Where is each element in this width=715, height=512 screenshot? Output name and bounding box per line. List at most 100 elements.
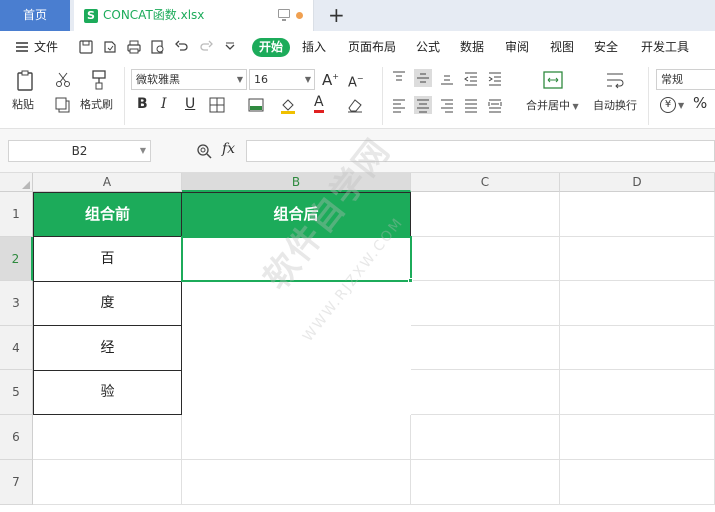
align-bottom-icon[interactable] [438,69,456,87]
print-icon[interactable] [126,39,142,55]
tab-insert[interactable]: 插入 [302,31,326,63]
tab-formulas[interactable]: 公式 [416,31,440,63]
grid-cell[interactable] [411,326,560,370]
tab-page-layout[interactable]: 页面布局 [348,31,396,63]
chevron-down-icon[interactable]: ▼ [678,99,684,113]
grid-cell[interactable] [560,415,715,460]
export-icon[interactable] [102,39,118,55]
grid-cell[interactable] [33,460,182,505]
row-header-4[interactable]: 4 [0,326,33,370]
percent-button[interactable]: % [693,96,707,111]
merge-center-button[interactable]: 合并居中 ▼ [526,99,579,114]
column-header-c[interactable]: C [411,173,560,192]
ribbon-divider [648,67,649,125]
grid-cell[interactable] [560,460,715,505]
new-tab-button[interactable]: + [328,3,345,27]
formula-input[interactable] [246,140,715,162]
fill-color-icon[interactable] [279,96,297,114]
align-middle-icon[interactable] [414,69,432,87]
tab-review[interactable]: 审阅 [505,31,529,63]
cell-reference: B2 [71,144,88,158]
decrease-indent-icon[interactable] [462,69,480,87]
bold-button[interactable]: B [137,97,148,111]
format-painter-label[interactable]: 格式刷 [80,98,113,112]
column-header-d[interactable]: D [560,173,715,192]
grow-font-button[interactable]: A+ [322,70,339,88]
shrink-font-button[interactable]: A− [348,72,364,90]
row-header-3[interactable]: 3 [0,281,33,326]
monitor-icon[interactable] [278,9,290,21]
cell-style-icon[interactable] [247,96,265,114]
grid-cell[interactable] [411,460,560,505]
select-all-corner[interactable] [0,173,33,192]
row-header-2[interactable]: 2 [0,237,33,281]
redo-icon[interactable] [198,39,214,55]
distributed-align-icon[interactable] [486,96,504,114]
grid-cell[interactable] [411,370,560,415]
cut-icon[interactable] [54,71,72,89]
grid-cell[interactable] [182,415,411,460]
insert-function-button[interactable]: fx [222,141,235,157]
grid-cell[interactable] [411,237,560,281]
italic-button[interactable]: I [161,97,167,111]
menu-file[interactable]: 文件 [34,31,58,63]
cell-a5[interactable]: 验 [33,370,182,415]
row-header-1[interactable]: 1 [0,192,33,237]
font-size-select[interactable]: 16 ▼ [249,69,315,90]
fill-handle[interactable] [408,278,413,283]
tab-view[interactable]: 视图 [550,31,574,63]
align-right-icon[interactable] [438,96,456,114]
name-box[interactable]: B2 ▼ [8,140,151,162]
font-color-button[interactable]: A [314,95,324,113]
home-tab[interactable]: 首页 [0,0,70,31]
more-chevron-icon[interactable] [222,39,238,55]
tab-data[interactable]: 数据 [460,31,484,63]
tab-start[interactable]: 开始 [252,38,290,57]
font-name-select[interactable]: 微软雅黑 ▼ [131,69,247,90]
currency-button[interactable]: ¥ [660,97,676,113]
grid-cell[interactable] [411,192,560,237]
grid-cell[interactable] [560,192,715,237]
row-header-6[interactable]: 6 [0,415,33,460]
hamburger-icon[interactable] [14,39,30,55]
file-tab[interactable]: S CONCAT函数.xlsx [74,0,314,31]
grid-cell[interactable] [411,281,560,326]
borders-icon[interactable] [208,96,226,114]
chevron-down-icon: ▼ [139,146,146,155]
grid-cell[interactable] [560,237,715,281]
grid-cell[interactable] [33,415,182,460]
number-format-select[interactable]: 常规 [656,69,715,90]
paste-icon[interactable] [14,69,38,93]
cell-a2[interactable]: 百 [33,236,182,282]
copy-icon[interactable] [54,96,72,114]
wrap-text-icon[interactable] [604,69,626,91]
merge-center-icon[interactable] [542,69,564,91]
justify-icon[interactable] [462,96,480,114]
increase-indent-icon[interactable] [486,69,504,87]
auto-wrap-button[interactable]: 自动换行 [593,99,637,113]
column-header-a[interactable]: A [33,173,182,192]
format-painter-icon[interactable] [88,69,110,91]
cell-a4[interactable]: 经 [33,325,182,371]
align-left-icon[interactable] [390,96,408,114]
grid-cell[interactable] [411,415,560,460]
save-icon[interactable] [78,39,94,55]
grid-cell[interactable] [560,326,715,370]
cell-a1-header[interactable]: 组合前 [33,192,182,237]
underline-button[interactable]: U [185,97,195,111]
row-header-5[interactable]: 5 [0,370,33,415]
clear-eraser-icon[interactable] [346,96,364,114]
align-top-icon[interactable] [390,69,408,87]
paste-button-label[interactable]: 粘贴 [12,98,34,112]
grid-cell[interactable] [560,281,715,326]
tab-developer[interactable]: 开发工具 [641,31,689,63]
tab-security[interactable]: 安全 [594,31,618,63]
cell-a3[interactable]: 度 [33,281,182,326]
undo-icon[interactable] [174,39,190,55]
print-preview-icon[interactable] [150,39,166,55]
zoom-search-icon[interactable] [195,142,213,160]
grid-cell[interactable] [560,370,715,415]
grid-cell[interactable] [182,460,411,505]
row-header-7[interactable]: 7 [0,460,33,505]
align-center-icon[interactable] [414,96,432,114]
